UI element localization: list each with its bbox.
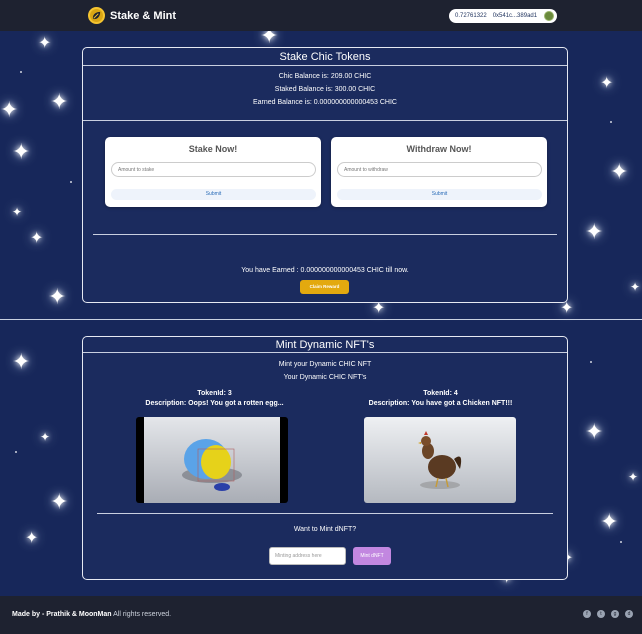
star-dot (620, 541, 622, 543)
claim-reward-button[interactable]: Claim Reward (300, 280, 349, 294)
star-decoration: ✦ (630, 280, 641, 294)
mint-title-divider (83, 352, 567, 353)
withdraw-submit-button[interactable]: Submit (337, 189, 542, 200)
star-decoration: ✦ (585, 419, 604, 444)
footer-rights: All rights reserved. (113, 611, 172, 618)
star-decoration: ✦ (12, 205, 23, 219)
wallet-balance: 0.72761322 (455, 13, 487, 19)
cards-divider (93, 234, 557, 235)
facebook-icon[interactable]: f (583, 610, 591, 618)
balance-divider (83, 120, 567, 121)
section-divider (0, 319, 642, 320)
nft-image-chicken (364, 417, 516, 503)
withdraw-amount-input[interactable]: Amount to withdraw (337, 162, 542, 177)
withdraw-card-title: Withdraw Now! (406, 144, 472, 154)
navbar: Stake & Mint 0.72761322 0x541c...389ad1 (0, 0, 642, 31)
nft-card-3: TokenId: 3 Description: Oops! You got a … (127, 390, 302, 503)
brand[interactable]: Stake & Mint (88, 7, 176, 24)
github-icon[interactable]: g (611, 610, 619, 618)
stake-card-title: Stake Now! (188, 144, 238, 154)
star-decoration: ✦ (12, 139, 31, 164)
footer-credits: Made by - Prathik & MoonMan All rights r… (12, 611, 171, 618)
star-decoration: ✦ (585, 219, 604, 244)
star-decoration: ✦ (260, 31, 279, 48)
discord-icon[interactable]: d (625, 610, 633, 618)
mint-panel: Mint Dynamic NFT's Mint your Dynamic CHI… (82, 336, 568, 580)
wallet-address: 0x541c...389ad1 (492, 13, 538, 19)
nft-gallery-subtitle: Your Dynamic CHIC NFT's (283, 374, 367, 381)
star-dot (70, 181, 72, 183)
stake-panel-title: Stake Chic Tokens (279, 51, 371, 63)
mint-panel-title: Mint Dynamic NFT's (275, 339, 375, 351)
wallet-pill[interactable]: 0.72761322 0x541c...389ad1 (449, 9, 557, 23)
star-decoration: ✦ (372, 300, 386, 317)
nft-divider (97, 513, 553, 514)
nft-card-4: TokenId: 4 Description: You have got a C… (353, 390, 528, 503)
earned-text: You have Earned : 0.000000000000453 CHIC… (241, 267, 409, 274)
star-dot (610, 121, 612, 123)
star-decoration: ✦ (40, 430, 51, 444)
star-decoration: ✦ (25, 530, 39, 547)
star-decoration: ✦ (560, 300, 574, 317)
footer-social-links: f t g d (583, 610, 633, 618)
stake-title-divider (83, 65, 567, 66)
star-decoration: ✦ (12, 349, 31, 374)
star-dot (15, 451, 17, 453)
star-dot (20, 71, 22, 73)
star-decoration: ✦ (30, 230, 44, 247)
wallet-avatar (544, 11, 554, 21)
stake-panel: Stake Chic Tokens Chic Balance is: 209.0… (82, 47, 568, 303)
minting-address-input[interactable]: Minting address here (269, 547, 346, 565)
nft-description: Description: You have got a Chicken NFT!… (368, 400, 513, 407)
brand-logo-icon (88, 7, 105, 24)
nft-token-id: TokenId: 3 (197, 390, 232, 397)
star-decoration: ✦ (610, 159, 629, 184)
star-decoration: ✦ (600, 509, 619, 534)
star-decoration: ✦ (600, 75, 614, 92)
nft-token-id: TokenId: 4 (423, 390, 458, 397)
star-decoration: ✦ (48, 284, 67, 309)
star-decoration: ✦ (38, 35, 52, 52)
staked-balance: Staked Balance is: 300.00 CHIC (274, 86, 376, 93)
mint-prompt: Want to Mint dNFT? (293, 526, 357, 533)
star-dot (590, 361, 592, 363)
footer: Made by - Prathik & MoonMan All rights r… (0, 596, 642, 634)
chic-balance: Chic Balance is: 209.00 CHIC (278, 73, 372, 80)
mint-subtitle: Mint your Dynamic CHIC NFT (278, 361, 372, 368)
star-decoration: ✦ (50, 89, 69, 114)
star-decoration: ✦ (0, 97, 19, 122)
footer-made-by: Made by - Prathik & MoonMan (12, 611, 112, 618)
twitter-icon[interactable]: t (597, 610, 605, 618)
earned-balance: Earned Balance is: 0.000000000000453 CHI… (253, 99, 397, 106)
stake-submit-button[interactable]: Submit (111, 189, 316, 200)
stake-card: Stake Now! Amount to stake Submit (105, 137, 321, 207)
star-decoration: ✦ (628, 470, 639, 484)
star-decoration: ✦ (50, 489, 69, 514)
nft-image-rotten-egg (136, 417, 288, 503)
brand-name: Stake & Mint (110, 9, 177, 22)
withdraw-card: Withdraw Now! Amount to withdraw Submit (331, 137, 547, 207)
stake-amount-input[interactable]: Amount to stake (111, 162, 316, 177)
mint-dnft-button[interactable]: Mint dNFT (353, 547, 391, 565)
nft-description: Description: Oops! You got a rotten egg.… (145, 400, 284, 407)
